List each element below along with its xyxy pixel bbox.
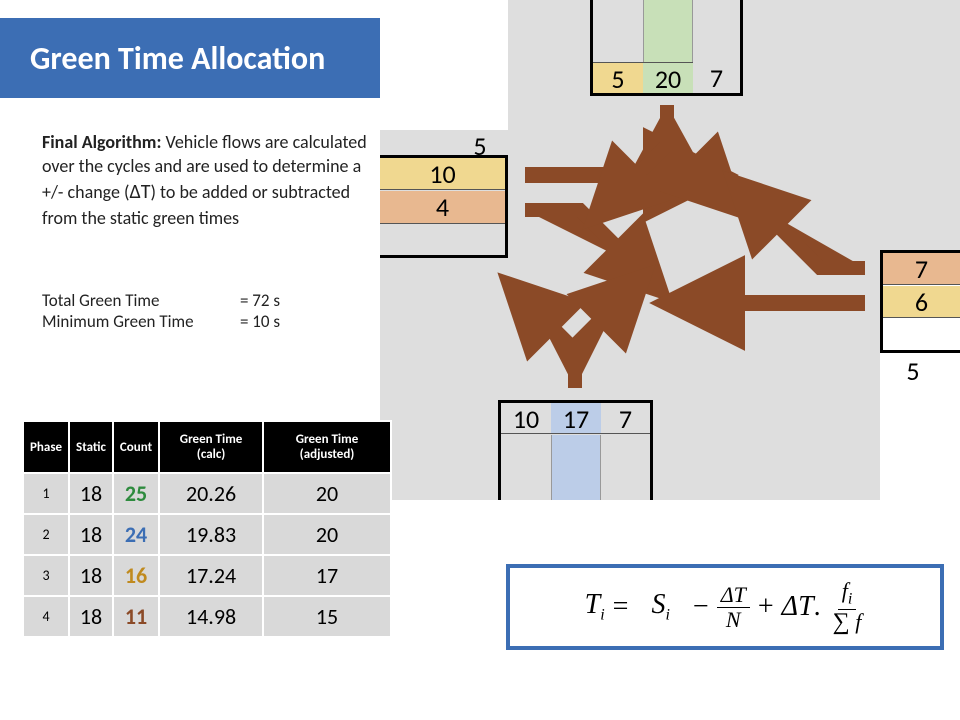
- table-row: 2 18 24 19.83 20: [23, 514, 391, 555]
- north-lane-mid: 20: [643, 62, 693, 93]
- th-count: Count: [113, 421, 159, 473]
- north-lane-right: 7: [693, 62, 740, 93]
- equation: Ti = Si − ΔT N + ΔT. fi ∑ f: [585, 579, 866, 634]
- equation-box: Ti = Si − ΔT N + ΔT. fi ∑ f: [506, 564, 944, 650]
- th-adjusted: Green Time (adjusted): [263, 421, 391, 473]
- delta-t-symbol: ΔT: [129, 180, 150, 204]
- table-row: 1 18 25 20.26 20: [23, 473, 391, 514]
- intersection-diagram: 5 20 7 5 10 4 7 6 5 10 17 7: [380, 0, 960, 500]
- west-lane-bot: 4: [380, 191, 505, 224]
- north-lane-left: 5: [593, 62, 643, 93]
- south-lane-right: 7: [601, 403, 650, 434]
- east-lane-bot: 5: [883, 355, 943, 383]
- th-static: Static: [69, 421, 113, 473]
- south-lane-mid: 17: [551, 403, 601, 434]
- algorithm-description: Final Algorithm: Vehicle flows are calcu…: [42, 130, 372, 230]
- page-title: Green Time Allocation: [30, 39, 325, 78]
- total-green-label: Total Green Time: [42, 290, 240, 311]
- min-green-value: = 10 s: [240, 311, 280, 332]
- east-lane-mid: 6: [883, 286, 960, 318]
- th-calc: Green Time (calc): [159, 421, 263, 473]
- table-row: 4 18 11 14.98 15: [23, 596, 391, 637]
- table-row: 3 18 16 17.24 17: [23, 555, 391, 596]
- algorithm-heading: Final Algorithm:: [42, 131, 161, 153]
- total-green-value: = 72 s: [240, 290, 280, 311]
- west-lane-mid: 10: [380, 158, 505, 190]
- summary-block: Total Green Time = 72 s Minimum Green Ti…: [42, 290, 280, 332]
- phase-table: Phase Static Count Green Time (calc) Gre…: [22, 420, 392, 638]
- th-phase: Phase: [23, 421, 69, 473]
- min-green-label: Minimum Green Time: [42, 311, 240, 332]
- west-lane-top: 5: [455, 130, 505, 156]
- south-lane-left: 10: [501, 403, 551, 434]
- east-lane-top: 7: [883, 253, 960, 285]
